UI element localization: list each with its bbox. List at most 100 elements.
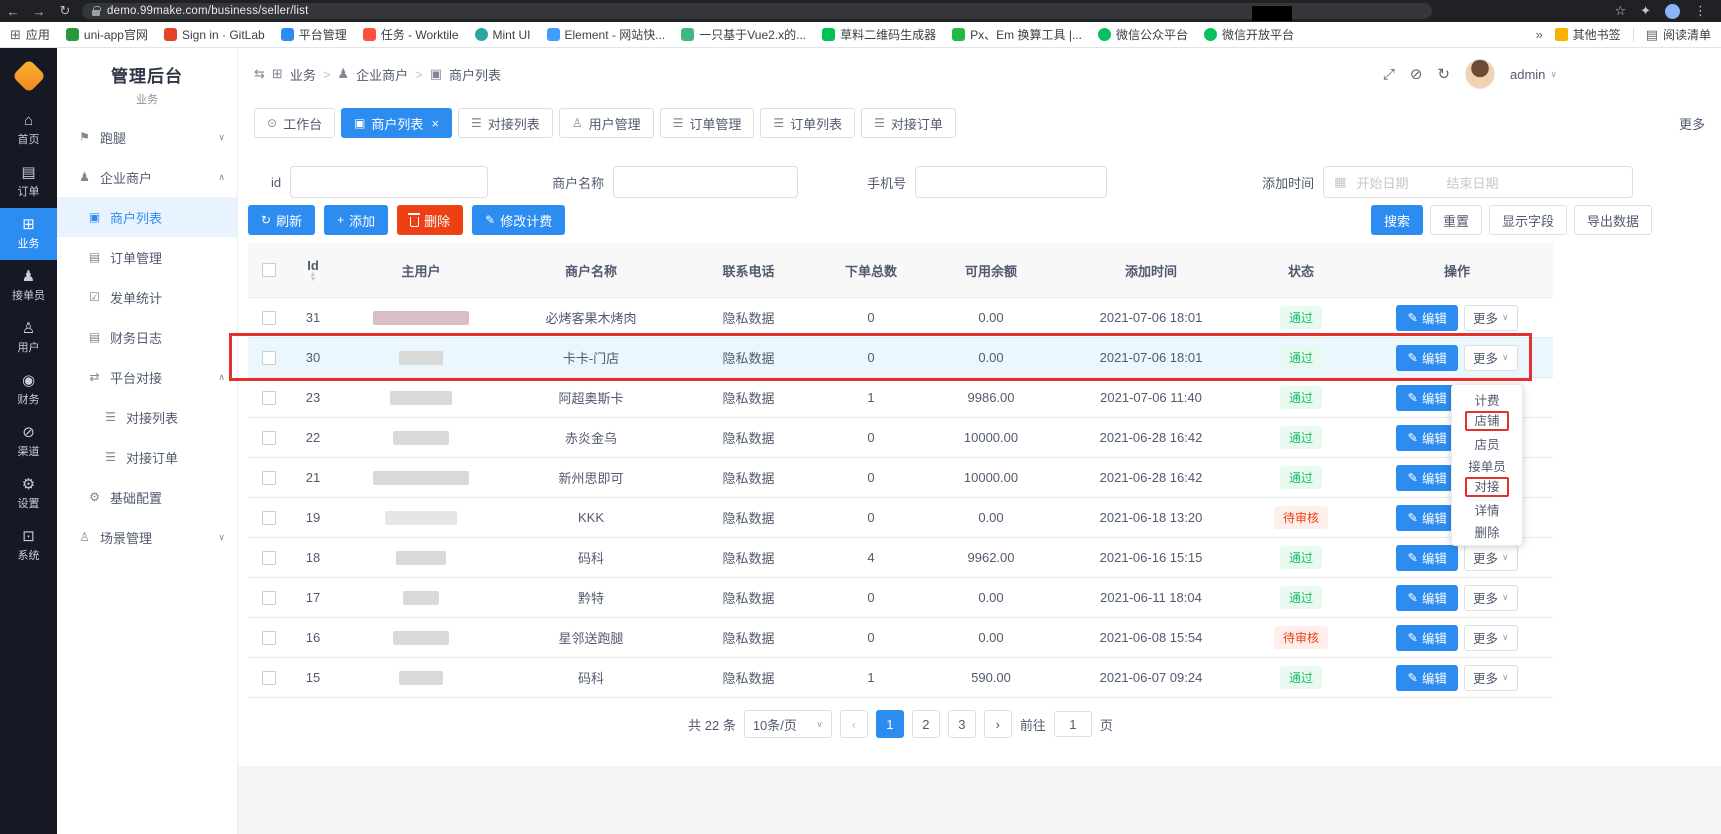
bookmark-item[interactable]: 平台管理 bbox=[281, 26, 347, 43]
sidebar-item-docking-list[interactable]: ☰对接列表 bbox=[57, 397, 237, 437]
edit-button[interactable]: ✎编辑 bbox=[1396, 505, 1458, 531]
sidebar-item-merchant-list[interactable]: ▣商户列表 bbox=[57, 197, 237, 237]
table-row[interactable]: 18 码科 隐私数据 4 9962.00 2021-06-16 15:15 通过… bbox=[248, 538, 1553, 578]
url-bar[interactable]: demo.99make.com/business/seller/list bbox=[82, 3, 1432, 19]
row-checkbox[interactable] bbox=[262, 391, 276, 405]
export-button[interactable]: 导出数据 bbox=[1574, 205, 1652, 235]
rail-item-couriers[interactable]: ♟接单员 bbox=[0, 260, 57, 312]
user-menu[interactable]: admin∨ bbox=[1510, 67, 1557, 82]
delete-button[interactable]: 删除 bbox=[397, 205, 463, 235]
row-checkbox[interactable] bbox=[262, 431, 276, 445]
sidebar-item-paotui[interactable]: ⚑跑腿∨ bbox=[57, 117, 237, 157]
row-checkbox[interactable] bbox=[262, 591, 276, 605]
more-button[interactable]: 更多∨ bbox=[1464, 585, 1518, 611]
table-row[interactable]: 17 黔特 隐私数据 0 0.00 2021-06-11 18:04 通过 ✎编… bbox=[248, 578, 1553, 618]
table-row[interactable]: 15 码科 隐私数据 1 590.00 2021-06-07 09:24 通过 … bbox=[248, 658, 1553, 698]
fullscreen-icon[interactable]: ⤢ bbox=[1383, 66, 1395, 83]
goto-page-input[interactable]: 1 bbox=[1054, 711, 1092, 737]
edit-button[interactable]: ✎编辑 bbox=[1396, 545, 1458, 571]
phone-filter-input[interactable] bbox=[915, 166, 1107, 198]
rail-item-channels[interactable]: ⊘渠道 bbox=[0, 416, 57, 468]
browser-profile-icon[interactable] bbox=[1665, 4, 1680, 19]
sort-icons[interactable]: ▲▼ bbox=[310, 273, 317, 281]
date-range-input[interactable]: ▦ 开始日期 结束日期 bbox=[1323, 166, 1633, 198]
row-checkbox[interactable] bbox=[262, 551, 276, 565]
breadcrumb-business[interactable]: 业务 bbox=[290, 65, 316, 84]
rail-item-finance[interactable]: ◉财务 bbox=[0, 364, 57, 416]
edit-button[interactable]: ✎编辑 bbox=[1396, 345, 1458, 371]
bookmarks-overflow-chevron[interactable]: » bbox=[1535, 27, 1542, 42]
other-bookmarks[interactable]: 其他书签 bbox=[1555, 26, 1621, 43]
breadcrumb-enterprise-merchant[interactable]: 企业商户 bbox=[356, 65, 408, 84]
refresh-page-icon[interactable]: ↻ bbox=[1437, 65, 1450, 83]
bookmark-apps[interactable]: ⊞应用 bbox=[10, 26, 50, 43]
sidebar-item-dispatch-stats[interactable]: ☑发单统计 bbox=[57, 277, 237, 317]
refresh-button[interactable]: ↻刷新 bbox=[248, 205, 315, 235]
bookmark-item[interactable]: Sign in · GitLab bbox=[164, 28, 265, 42]
sidebar-item-finance-log[interactable]: ▤财务日志 bbox=[57, 317, 237, 357]
row-checkbox[interactable] bbox=[262, 471, 276, 485]
table-row[interactable]: 22 赤炎金乌 隐私数据 0 10000.00 2021-06-28 16:42… bbox=[248, 418, 1553, 458]
url-text[interactable]: demo.99make.com/business/seller/list bbox=[107, 5, 309, 17]
reading-list[interactable]: ▤阅读清单 bbox=[1646, 26, 1711, 43]
tab-order-list[interactable]: ☰订单列表 bbox=[760, 108, 855, 138]
more-button[interactable]: 更多∨ bbox=[1464, 545, 1518, 571]
edit-button[interactable]: ✎编辑 bbox=[1396, 305, 1458, 331]
modify-billing-button[interactable]: ✎修改计费 bbox=[472, 205, 565, 235]
more-button-open[interactable]: 更多∨ bbox=[1464, 345, 1518, 371]
table-row[interactable]: 19 KKK 隐私数据 0 0.00 2021-06-18 13:20 待审核 … bbox=[248, 498, 1553, 538]
menu-item-billing[interactable]: 计费 bbox=[1452, 388, 1522, 410]
sidebar-item-platform-docking[interactable]: ⇄平台对接∧ bbox=[57, 357, 237, 397]
reset-button[interactable]: 重置 bbox=[1430, 205, 1482, 235]
close-icon[interactable]: × bbox=[431, 116, 439, 131]
table-row[interactable]: 16 星邻送跑腿 隐私数据 0 0.00 2021-06-08 15:54 待审… bbox=[248, 618, 1553, 658]
table-row[interactable]: 23 阿超奥斯卡 隐私数据 1 9986.00 2021-07-06 11:40… bbox=[248, 378, 1553, 418]
extensions-icon[interactable]: ✦ bbox=[1640, 3, 1651, 19]
more-button[interactable]: 更多∨ bbox=[1464, 625, 1518, 651]
sidebar-item-docking-orders[interactable]: ☰对接订单 bbox=[57, 437, 237, 477]
tab-merchant-list[interactable]: ▣商户列表× bbox=[341, 108, 452, 138]
bookmark-item[interactable]: 草料二维码生成器 bbox=[822, 26, 936, 43]
edit-button[interactable]: ✎编辑 bbox=[1396, 585, 1458, 611]
page-button-1[interactable]: 1 bbox=[876, 710, 904, 738]
show-fields-button[interactable]: 显示字段 bbox=[1489, 205, 1567, 235]
app-logo[interactable] bbox=[0, 48, 57, 104]
tab-docking-list[interactable]: ☰对接列表 bbox=[458, 108, 553, 138]
tab-workbench[interactable]: ⊙工作台 bbox=[254, 108, 335, 138]
edit-button[interactable]: ✎编辑 bbox=[1396, 385, 1458, 411]
rail-item-users[interactable]: ♙用户 bbox=[0, 312, 57, 364]
bookmark-item[interactable]: uni-app官网 bbox=[66, 26, 148, 43]
id-filter-input[interactable] bbox=[290, 166, 488, 198]
tab-user-manage[interactable]: ♙用户管理 bbox=[559, 108, 654, 138]
rail-item-settings[interactable]: ⚙设置 bbox=[0, 468, 57, 520]
rail-item-orders[interactable]: ▤订单 bbox=[0, 156, 57, 208]
collapse-sidebar-icon[interactable]: ⇆ bbox=[254, 66, 265, 82]
sidebar-item-scene-manage[interactable]: ♙场景管理∨ bbox=[57, 517, 237, 557]
more-button[interactable]: 更多∨ bbox=[1464, 305, 1518, 331]
bookmark-item[interactable]: 微信开放平台 bbox=[1204, 26, 1294, 43]
bookmark-item[interactable]: Px、Em 换算工具 |... bbox=[952, 26, 1082, 43]
avatar[interactable] bbox=[1465, 59, 1495, 89]
add-button[interactable]: +添加 bbox=[324, 205, 388, 235]
more-button[interactable]: 更多∨ bbox=[1464, 665, 1518, 691]
menu-item-details[interactable]: 详情 bbox=[1452, 498, 1522, 520]
bookmark-item[interactable]: 微信公众平台 bbox=[1098, 26, 1188, 43]
menu-item-delete[interactable]: 删除 bbox=[1452, 520, 1522, 542]
table-row-highlighted[interactable]: 30 卡卡-门店 隐私数据 0 0.00 2021-07-06 18:01 通过… bbox=[248, 338, 1553, 378]
lock-screen-icon[interactable]: ⊘ bbox=[1410, 65, 1423, 83]
merchant-name-filter-input[interactable] bbox=[613, 166, 798, 198]
back-icon[interactable]: ← bbox=[0, 4, 26, 19]
bookmark-item[interactable]: Mint UI bbox=[475, 28, 531, 42]
page-button-3[interactable]: 3 bbox=[948, 710, 976, 738]
tab-order-manage[interactable]: ☰订单管理 bbox=[660, 108, 755, 138]
row-checkbox[interactable] bbox=[262, 351, 276, 365]
column-id[interactable]: Id▲▼ bbox=[290, 243, 336, 297]
table-row[interactable]: 21 新州思即可 隐私数据 0 10000.00 2021-06-28 16:4… bbox=[248, 458, 1553, 498]
prev-page-button[interactable]: ‹ bbox=[840, 710, 868, 738]
refresh-icon[interactable]: ↻ bbox=[52, 3, 78, 19]
sidebar-item-basic-config[interactable]: ⚙基础配置 bbox=[57, 477, 237, 517]
menu-item-shop[interactable]: 店铺 bbox=[1452, 410, 1522, 432]
row-checkbox[interactable] bbox=[262, 671, 276, 685]
row-checkbox[interactable] bbox=[262, 511, 276, 525]
row-checkbox[interactable] bbox=[262, 311, 276, 325]
